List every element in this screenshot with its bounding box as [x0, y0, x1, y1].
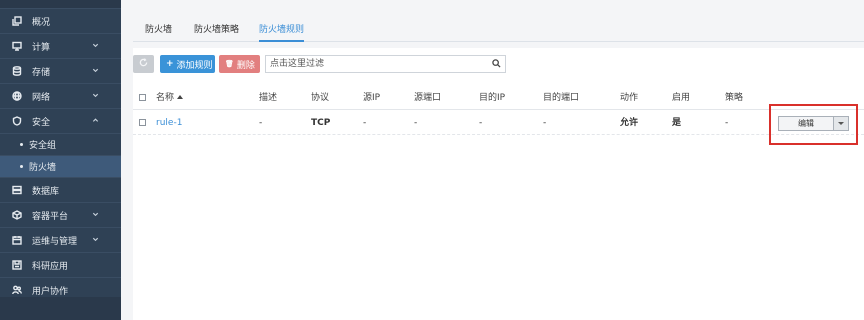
cell-policy: - — [725, 118, 729, 128]
sidebar-item-security[interactable]: 安全 — [0, 109, 121, 134]
sidebar-item-label: 容器平台 — [32, 211, 69, 222]
chevron-down-icon — [92, 211, 100, 219]
cell-enabled: 是 — [672, 118, 682, 128]
rules-panel: + 添加规则 🗑 删除 名称 描述 协议 源IP 源端口 目的IP 目的端口 动… — [133, 48, 864, 320]
delete-label: 删除 — [236, 60, 255, 71]
sort-asc-icon — [177, 95, 184, 99]
delete-button[interactable]: 🗑 删除 — [219, 55, 260, 73]
calendar-icon — [11, 234, 23, 246]
sidebar-subitem-security-group[interactable]: 安全组 — [0, 134, 121, 156]
cell-description: - — [259, 118, 263, 128]
sidebar-item-label: 计算 — [32, 42, 51, 53]
caret-down-icon — [838, 122, 844, 125]
sidebar-subitem-label: 防火墙 — [29, 163, 57, 173]
shield-icon — [11, 115, 23, 127]
add-rule-label: 添加规则 — [176, 60, 213, 71]
column-header-source-port: 源端口 — [414, 93, 442, 103]
chevron-down-icon — [92, 42, 100, 50]
disk-icon — [11, 259, 23, 271]
sidebar-item-research-apps[interactable]: 科研应用 — [0, 253, 121, 278]
sidebar-item-label: 安全 — [32, 117, 51, 128]
chevron-down-icon — [92, 236, 100, 244]
sidebar-top-bar — [0, 0, 121, 9]
column-label: 名称 — [156, 93, 175, 103]
row-checkbox[interactable] — [139, 119, 146, 126]
plus-icon: + — [166, 59, 174, 69]
column-header-policy: 策略 — [725, 93, 744, 103]
sidebar-item-ops-management[interactable]: 运维与管理 — [0, 228, 121, 253]
tab-firewall-policies[interactable]: 防火墙策略 — [194, 22, 239, 42]
column-header-protocol: 协议 — [311, 93, 330, 103]
database-icon — [11, 65, 23, 77]
cell-source-port: - — [414, 118, 418, 128]
edit-button[interactable]: 编辑 — [779, 117, 834, 130]
column-header-name[interactable]: 名称 — [156, 86, 184, 110]
sidebar-subitem-firewall[interactable]: 防火墙 — [0, 156, 121, 178]
users-icon — [11, 284, 23, 296]
bullet-icon — [20, 143, 23, 146]
cell-dest-port: - — [543, 118, 547, 128]
cell-dest-ip: - — [479, 118, 483, 128]
tab-bar: 防火墙 防火墙策略 防火墙规则 — [133, 0, 864, 42]
add-rule-button[interactable]: + 添加规则 — [160, 55, 215, 73]
sidebar-item-database[interactable]: 数据库 — [0, 178, 121, 203]
tab-firewall[interactable]: 防火墙 — [145, 22, 172, 42]
server-icon — [11, 184, 23, 196]
table-row: rule-1 - TCP - - - - 允许 是 - 编辑 — [133, 111, 864, 135]
sidebar-item-label: 科研应用 — [32, 261, 69, 272]
chevron-down-icon — [92, 92, 100, 100]
sidebar-item-compute[interactable]: 计算 — [0, 34, 121, 59]
column-header-description: 描述 — [259, 93, 278, 103]
cube-icon — [11, 209, 23, 221]
action-dropdown-toggle[interactable] — [834, 117, 848, 130]
sidebar-subitem-label: 安全组 — [29, 141, 57, 151]
column-header-dest-port: 目的端口 — [543, 93, 580, 103]
search-icon[interactable] — [492, 59, 502, 69]
column-header-action: 动作 — [620, 93, 639, 103]
sidebar-item-label: 网络 — [32, 92, 51, 103]
sidebar-item-overview[interactable]: 概况 — [0, 9, 121, 34]
sidebar-item-container-platform[interactable]: 容器平台 — [0, 203, 121, 228]
refresh-icon — [139, 58, 148, 70]
cell-protocol: TCP — [311, 118, 331, 128]
filter-input[interactable] — [265, 55, 506, 73]
trash-icon: 🗑 — [225, 60, 234, 68]
cell-source-ip: - — [363, 118, 367, 128]
refresh-button[interactable] — [133, 55, 154, 73]
select-all-checkbox[interactable] — [139, 94, 146, 101]
sidebar-item-label: 运维与管理 — [32, 236, 78, 247]
row-action-group: 编辑 — [778, 116, 849, 131]
sidebar-item-label: 概况 — [32, 17, 51, 28]
sidebar-item-storage[interactable]: 存储 — [0, 59, 121, 84]
globe-icon — [11, 90, 23, 102]
column-header-source-ip: 源IP — [363, 93, 381, 103]
sidebar-item-label: 存储 — [32, 67, 51, 78]
bullet-icon — [20, 165, 23, 168]
sidebar-item-network[interactable]: 网络 — [0, 84, 121, 109]
column-header-enabled: 启用 — [672, 93, 691, 103]
chevron-up-icon — [92, 117, 100, 125]
table-header: 名称 描述 协议 源IP 源端口 目的IP 目的端口 动作 启用 策略 — [133, 86, 864, 110]
copy-icon — [11, 15, 23, 27]
monitor-icon — [11, 40, 23, 52]
sidebar-item-label: 用户协作 — [32, 286, 69, 297]
rule-name-link[interactable]: rule-1 — [156, 111, 182, 135]
sidebar: 概况 计算 存储 网络 安全 安全组 防火墙 数据库 容器平台 运维与管理 科研… — [0, 0, 121, 320]
cell-action: 允许 — [620, 118, 639, 128]
sidebar-item-label: 数据库 — [32, 186, 60, 197]
sidebar-bottom-fill — [0, 297, 121, 320]
tab-firewall-rules[interactable]: 防火墙规则 — [259, 22, 305, 42]
column-header-dest-ip: 目的IP — [479, 93, 506, 103]
chevron-down-icon — [92, 67, 100, 75]
main-content: 防火墙 防火墙策略 防火墙规则 + 添加规则 🗑 删除 名称 描述 协议 源IP… — [121, 0, 864, 320]
